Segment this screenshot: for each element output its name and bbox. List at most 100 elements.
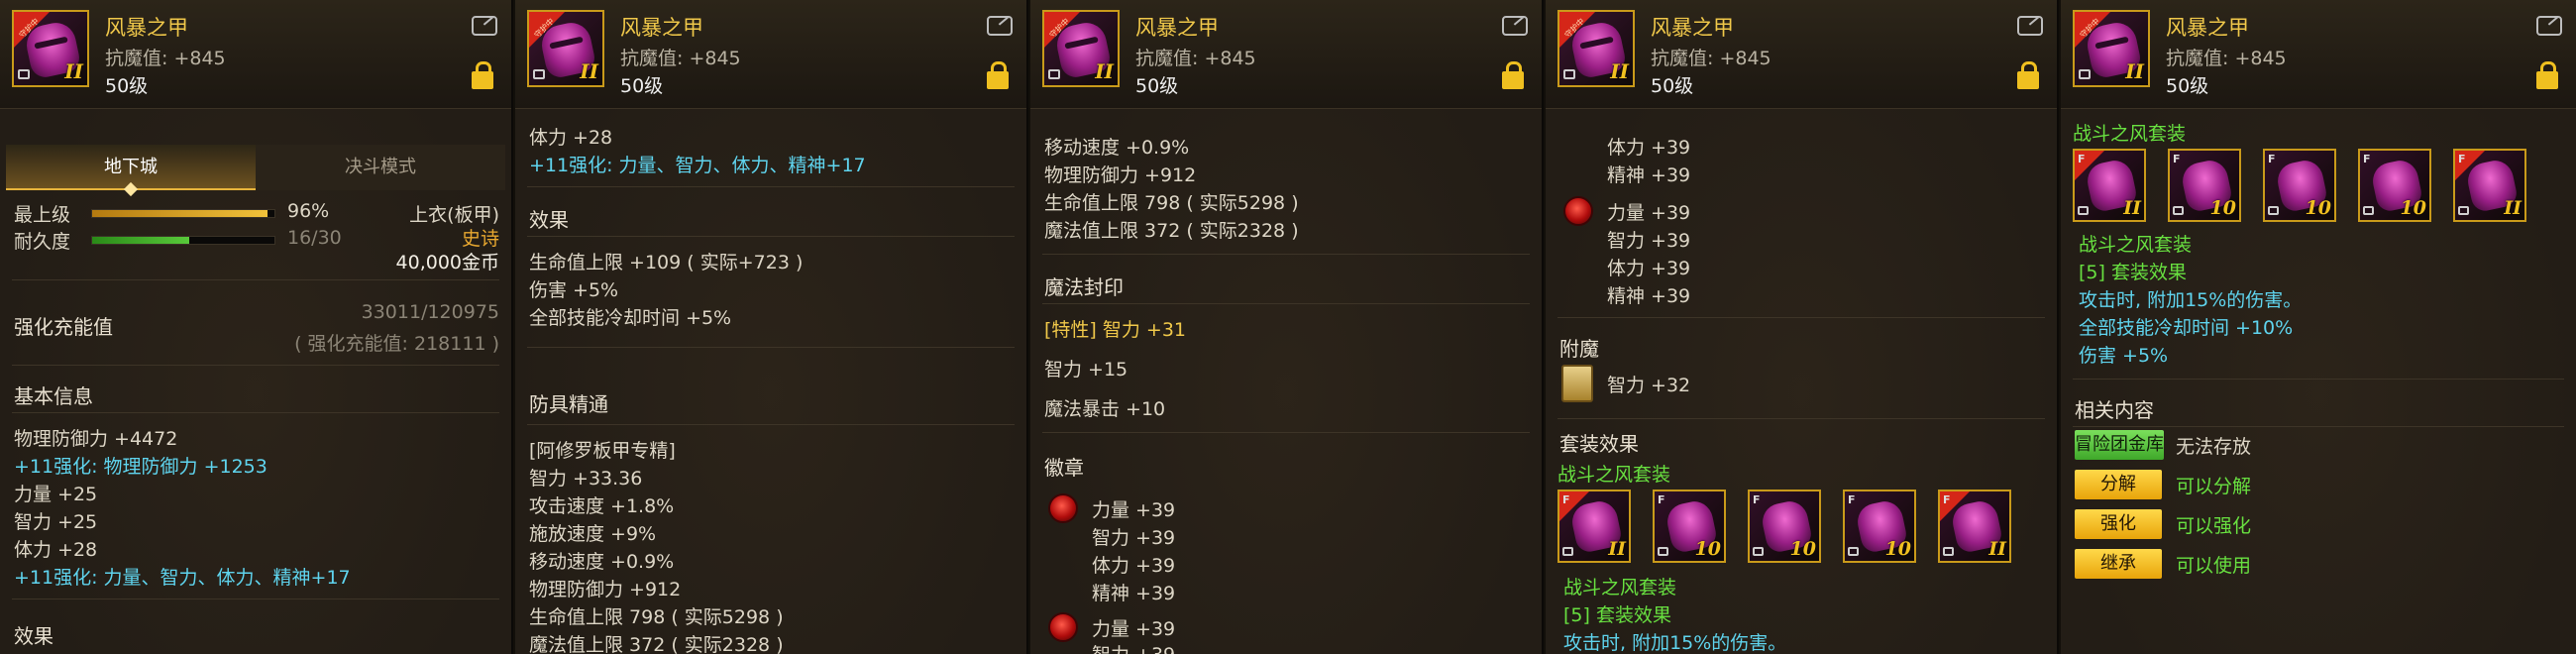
item-icon[interactable]: 守护中 II bbox=[1042, 10, 1120, 87]
mastery-line: 攻击速度 +1.8% bbox=[529, 495, 675, 517]
item-level: 50级 bbox=[1135, 75, 1179, 97]
set-item-icon[interactable]: F 10 bbox=[1653, 490, 1726, 563]
stat-line: 智力 +25 bbox=[14, 511, 98, 533]
item-icon[interactable]: 守护中 II bbox=[1557, 10, 1635, 87]
divider bbox=[527, 424, 1015, 425]
item-icon[interactable]: 守护中 II bbox=[12, 10, 89, 87]
set-item-icon[interactable]: F II bbox=[2453, 149, 2526, 222]
item-header: 守护中 II 风暴之甲 抗魔值: +845 50级 bbox=[1030, 0, 1542, 109]
item-level: 50级 bbox=[2166, 75, 2209, 97]
basic-info-title: 基本信息 bbox=[14, 384, 93, 408]
share-icon[interactable] bbox=[987, 16, 1013, 36]
emblem-orb-icon bbox=[1048, 612, 1078, 642]
mastery-line: 移动速度 +0.9% bbox=[529, 551, 675, 573]
grade-mark: II bbox=[2123, 197, 2141, 219]
emblem-line: 精神 +39 bbox=[1607, 164, 1691, 186]
disassemble-button[interactable]: 分解 bbox=[2075, 470, 2162, 499]
inherit-status: 可以使用 bbox=[2176, 555, 2252, 577]
share-icon[interactable] bbox=[1502, 16, 1528, 36]
mastery-line: 物理防御力 +912 bbox=[1044, 164, 1197, 186]
lock-icon[interactable] bbox=[2536, 61, 2558, 89]
enhance-button[interactable]: 强化 bbox=[2075, 509, 2162, 539]
slot-letter: F bbox=[2078, 153, 2086, 165]
divider bbox=[12, 412, 499, 413]
grade-label: 最上级 bbox=[14, 204, 71, 226]
share-icon[interactable] bbox=[472, 16, 497, 36]
tooltip-panel-2: 守护中 II 风暴之甲 抗魔值: +845 50级 体力 +28 +11强化: 力… bbox=[515, 0, 1028, 654]
set-effect-line: 全部技能冷却时间 +10% bbox=[2079, 317, 2294, 339]
mastery-line: 智力 +33.36 bbox=[529, 468, 643, 490]
divider bbox=[527, 347, 1015, 348]
grade-mark: II bbox=[1988, 538, 2006, 560]
lock-small-icon bbox=[2268, 206, 2279, 215]
set-item-icon[interactable]: F 10 bbox=[1843, 490, 1916, 563]
grade-mark: 10 bbox=[2209, 197, 2236, 219]
lock-small-icon bbox=[1943, 547, 1954, 556]
resist-value: 抗魔值: +845 bbox=[105, 48, 226, 69]
enhance-status: 可以强化 bbox=[2176, 515, 2252, 537]
set-item-icon[interactable]: F 10 bbox=[2358, 149, 2431, 222]
divider bbox=[2073, 379, 2564, 380]
mastery-title: 防具精通 bbox=[529, 392, 608, 416]
resist-value: 抗魔值: +845 bbox=[1135, 48, 1256, 69]
set-item-icon[interactable]: F 10 bbox=[2263, 149, 2336, 222]
set-item-icon[interactable]: F 10 bbox=[2168, 149, 2241, 222]
slot-letter: F bbox=[1658, 493, 1665, 506]
lock-icon[interactable] bbox=[472, 61, 493, 89]
mastery-line: 物理防御力 +912 bbox=[529, 579, 682, 600]
lock-small-icon bbox=[533, 69, 545, 79]
lock-small-icon bbox=[1658, 547, 1668, 556]
tooltip-panel-5: 守护中 II 风暴之甲 抗魔值: +845 50级 战斗之风套装 F II F 10 F 1… bbox=[2061, 0, 2576, 654]
slot-letter: F bbox=[2363, 153, 2371, 165]
set-item-icon[interactable]: F II bbox=[1557, 490, 1631, 563]
disassemble-status: 可以分解 bbox=[2176, 476, 2252, 497]
slot-letter: F bbox=[1562, 493, 1570, 506]
mastery-line: 魔法值上限 372 ( 实际2328 ) bbox=[529, 634, 784, 654]
lock-icon[interactable] bbox=[2017, 61, 2039, 89]
item-header: 守护中 II 风暴之甲 抗魔值: +845 50级 bbox=[1546, 0, 2057, 109]
enchant-card-icon bbox=[1561, 365, 1593, 402]
grade-percent: 96% bbox=[287, 200, 330, 222]
grade-mark: 10 bbox=[1694, 538, 1721, 560]
share-icon[interactable] bbox=[2536, 16, 2562, 36]
emblem-title: 徽章 bbox=[1044, 456, 1084, 480]
mode-tabs: 地下城 决斗模式 bbox=[6, 145, 505, 197]
lock-small-icon bbox=[2078, 206, 2089, 215]
enhance-line: +11强化: 物理防御力 +1253 bbox=[14, 456, 268, 478]
inherit-button[interactable]: 继承 bbox=[2075, 549, 2162, 579]
divider bbox=[2073, 426, 2564, 427]
tab-duel[interactable]: 决斗模式 bbox=[256, 145, 505, 190]
item-name: 风暴之甲 bbox=[2166, 16, 2249, 40]
grade-mark: II bbox=[64, 59, 83, 83]
set-effect-line: 伤害 +5% bbox=[2079, 345, 2169, 367]
item-level: 50级 bbox=[620, 75, 664, 97]
set-item-icon[interactable]: F 10 bbox=[1748, 490, 1821, 563]
set-item-icon[interactable]: F II bbox=[1938, 490, 2011, 563]
charge-sub: ( 强化充能值: 218111 ) bbox=[294, 333, 499, 355]
lock-small-icon bbox=[1562, 547, 1573, 556]
grade-mark: 10 bbox=[1789, 538, 1816, 560]
share-icon[interactable] bbox=[2017, 16, 2043, 36]
enchant-line: 智力 +32 bbox=[1607, 375, 1691, 396]
effect-title: 效果 bbox=[529, 208, 569, 232]
item-icon[interactable]: 守护中 II bbox=[2073, 10, 2150, 87]
effect-line: 全部技能冷却时间 +5% bbox=[529, 307, 732, 329]
emblem-line: 精神 +39 bbox=[1092, 583, 1176, 604]
seal-line: 智力 +15 bbox=[1044, 359, 1128, 381]
lock-small-icon bbox=[1848, 547, 1859, 556]
divider bbox=[1557, 317, 2045, 318]
emblem-orb-icon bbox=[1048, 493, 1078, 523]
enhance-line: +11强化: 力量、智力、体力、精神+17 bbox=[14, 567, 351, 589]
resist-value: 抗魔值: +845 bbox=[1651, 48, 1771, 69]
item-name: 风暴之甲 bbox=[105, 16, 188, 40]
lock-icon[interactable] bbox=[1502, 61, 1524, 89]
guild-vault-button[interactable]: 冒险团金库 bbox=[2075, 430, 2164, 460]
stat-line: 物理防御力 +4472 bbox=[14, 428, 178, 450]
lock-icon[interactable] bbox=[987, 61, 1009, 89]
item-header: 守护中 II 风暴之甲 抗魔值: +845 50级 bbox=[0, 0, 511, 109]
enhance-line: +11强化: 力量、智力、体力、精神+17 bbox=[529, 155, 866, 176]
set-item-icon[interactable]: F II bbox=[2073, 149, 2146, 222]
item-icon[interactable]: 守护中 II bbox=[527, 10, 604, 87]
lock-small-icon bbox=[2458, 206, 2469, 215]
charge-label: 强化充能值 bbox=[14, 315, 113, 339]
